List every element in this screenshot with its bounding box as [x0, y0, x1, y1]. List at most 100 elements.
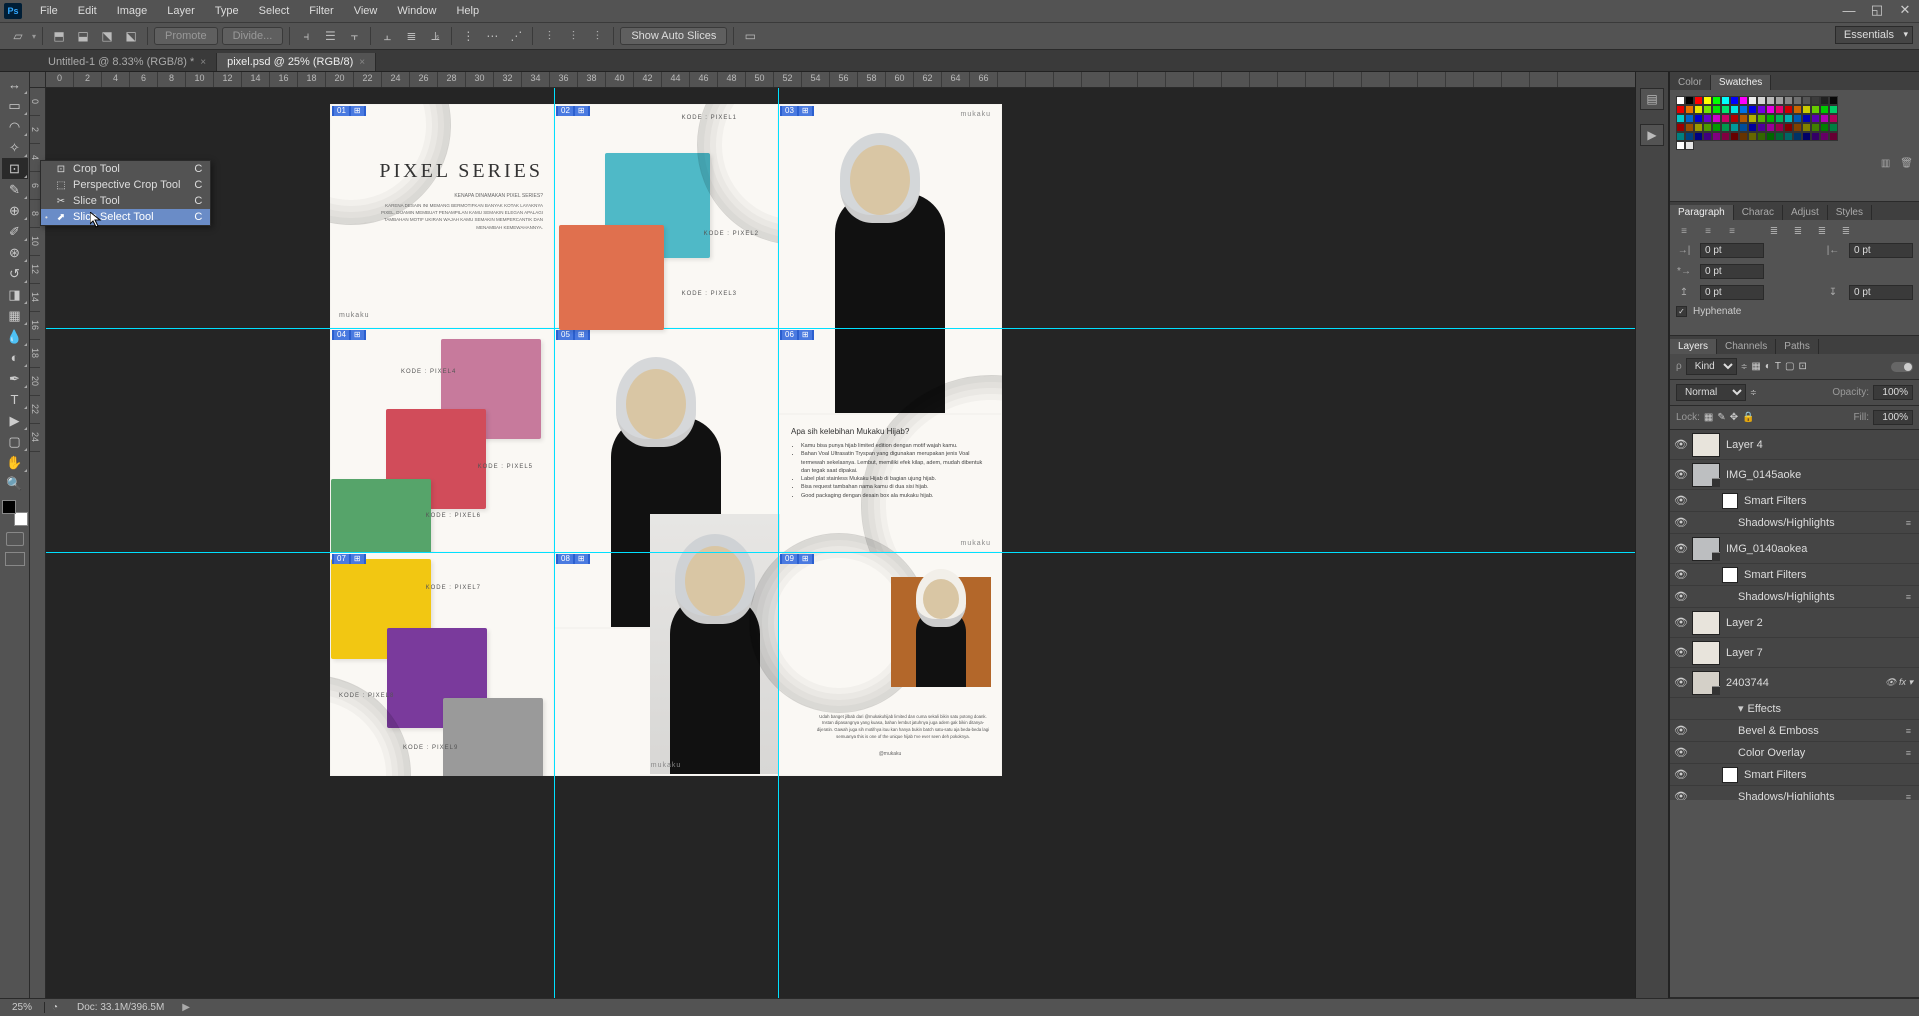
slice-opt-4-icon[interactable]: ⬕: [121, 26, 141, 46]
align-right-icon[interactable]: ⫟: [344, 26, 364, 46]
first-line-input[interactable]: [1700, 264, 1764, 279]
eyedropper-tool-icon[interactable]: ✎: [2, 179, 28, 200]
swatch[interactable]: [1793, 105, 1802, 114]
path-select-tool-icon[interactable]: ▶: [2, 410, 28, 431]
slice-number[interactable]: 06⊞: [780, 330, 814, 340]
swatch[interactable]: [1793, 96, 1802, 105]
swatch[interactable]: [1784, 105, 1793, 114]
swatch[interactable]: [1829, 123, 1838, 132]
swatch[interactable]: [1694, 96, 1703, 105]
layer-row[interactable]: 👁 IMG_0140aokea: [1670, 534, 1919, 564]
swatch[interactable]: [1811, 114, 1820, 123]
filter-pixel-icon[interactable]: ▦: [1751, 361, 1760, 372]
slice-number[interactable]: 01⊞: [332, 106, 366, 116]
filter-shape-icon[interactable]: ▢: [1785, 361, 1794, 372]
visibility-eye-icon[interactable]: 👁: [1670, 542, 1692, 555]
tab-channels[interactable]: Channels: [1717, 339, 1776, 354]
align-top-icon[interactable]: ⫠: [377, 26, 397, 46]
menu-filter[interactable]: Filter: [299, 0, 343, 22]
blend-mode-select[interactable]: Normal: [1676, 384, 1746, 401]
status-icon[interactable]: ◔: [45, 1002, 65, 1013]
hand-tool-icon[interactable]: ✋: [2, 452, 28, 473]
blur-tool-icon[interactable]: 💧: [2, 326, 28, 347]
hide-slices-icon[interactable]: ▭: [740, 26, 760, 46]
tab-swatches[interactable]: Swatches: [1711, 75, 1771, 90]
tab-styles[interactable]: Styles: [1828, 205, 1872, 220]
promote-button[interactable]: Promote: [154, 27, 218, 45]
canvas-area[interactable]: 0246810121416182022242628303234363840424…: [30, 72, 1635, 998]
swatch[interactable]: [1820, 96, 1829, 105]
swatch[interactable]: [1802, 123, 1811, 132]
align-vcenter-icon[interactable]: ≣: [401, 26, 421, 46]
close-icon[interactable]: ×: [200, 57, 206, 68]
swatch[interactable]: [1829, 105, 1838, 114]
space-before-input[interactable]: [1700, 285, 1764, 300]
swatch[interactable]: [1703, 132, 1712, 141]
swatch[interactable]: [1694, 123, 1703, 132]
type-tool-icon[interactable]: T: [2, 389, 28, 410]
divide-button[interactable]: Divide...: [222, 27, 284, 45]
swatch[interactable]: [1685, 123, 1694, 132]
swatch[interactable]: [1775, 114, 1784, 123]
swatch[interactable]: [1829, 114, 1838, 123]
swatch[interactable]: [1784, 114, 1793, 123]
swatch[interactable]: [1739, 114, 1748, 123]
swatch[interactable]: [1712, 123, 1721, 132]
lock-transparency-icon[interactable]: ▦: [1704, 412, 1713, 423]
swatch[interactable]: [1748, 123, 1757, 132]
swatch[interactable]: [1676, 96, 1685, 105]
align-left-icon[interactable]: ⫞: [296, 26, 316, 46]
swatch[interactable]: [1748, 132, 1757, 141]
magic-wand-tool-icon[interactable]: ✧: [2, 137, 28, 158]
menu-select[interactable]: Select: [249, 0, 300, 22]
dist-v3-icon[interactable]: ⫶: [563, 26, 583, 46]
layer-filter-kind[interactable]: Kind: [1686, 358, 1737, 375]
gradient-tool-icon[interactable]: ▦: [2, 305, 28, 326]
visibility-eye-icon[interactable]: 👁: [1670, 616, 1692, 629]
lasso-tool-icon[interactable]: ◠: [2, 116, 28, 137]
layer-sub-row[interactable]: 👁Smart Filters: [1670, 564, 1919, 586]
dist-v-icon[interactable]: ⋰: [506, 26, 526, 46]
menu-layer[interactable]: Layer: [157, 0, 205, 22]
swatch[interactable]: [1739, 96, 1748, 105]
swatch[interactable]: [1802, 132, 1811, 141]
tab-paths[interactable]: Paths: [1776, 339, 1819, 354]
swatch[interactable]: [1748, 114, 1757, 123]
clone-stamp-tool-icon[interactable]: ⊛: [2, 242, 28, 263]
swatch[interactable]: [1730, 132, 1739, 141]
layer-row[interactable]: 👁 IMG_0145aoke: [1670, 460, 1919, 490]
guide-vertical[interactable]: [778, 88, 779, 998]
tab-adjustments[interactable]: Adjust: [1783, 205, 1828, 220]
visibility-eye-icon[interactable]: 👁: [1670, 468, 1692, 481]
swatch[interactable]: [1721, 132, 1730, 141]
swatch[interactable]: [1802, 105, 1811, 114]
swatch[interactable]: [1811, 132, 1820, 141]
swatch[interactable]: [1775, 132, 1784, 141]
justify-right-icon[interactable]: ≣: [1814, 226, 1830, 237]
swatch[interactable]: [1712, 105, 1721, 114]
swatch[interactable]: [1748, 96, 1757, 105]
justify-left-icon[interactable]: ≣: [1766, 226, 1782, 237]
swatch[interactable]: [1694, 105, 1703, 114]
align-right-icon[interactable]: ≡: [1724, 226, 1740, 237]
indent-left-input[interactable]: [1700, 243, 1764, 258]
swatch[interactable]: [1811, 123, 1820, 132]
swatch[interactable]: [1721, 105, 1730, 114]
layer-sub-row[interactable]: 👁Smart Filters: [1670, 764, 1919, 786]
fill-input[interactable]: 100%: [1873, 410, 1913, 425]
screen-mode-icon[interactable]: [5, 552, 25, 566]
swatch[interactable]: [1721, 123, 1730, 132]
slice-number[interactable]: 04⊞: [332, 330, 366, 340]
swatch[interactable]: [1676, 141, 1685, 150]
layer-row[interactable]: 👁 Layer 2: [1670, 608, 1919, 638]
slice-number[interactable]: 03⊞: [780, 106, 814, 116]
swatch[interactable]: [1685, 96, 1694, 105]
swatch[interactable]: [1811, 96, 1820, 105]
menu-help[interactable]: Help: [446, 0, 489, 22]
align-left-icon[interactable]: ≡: [1676, 226, 1692, 237]
menu-image[interactable]: Image: [107, 0, 158, 22]
swatch[interactable]: [1802, 96, 1811, 105]
move-tool-icon[interactable]: ↔: [2, 74, 28, 95]
window-minimize-icon[interactable]: —: [1835, 0, 1863, 20]
guide-vertical[interactable]: [554, 88, 555, 998]
